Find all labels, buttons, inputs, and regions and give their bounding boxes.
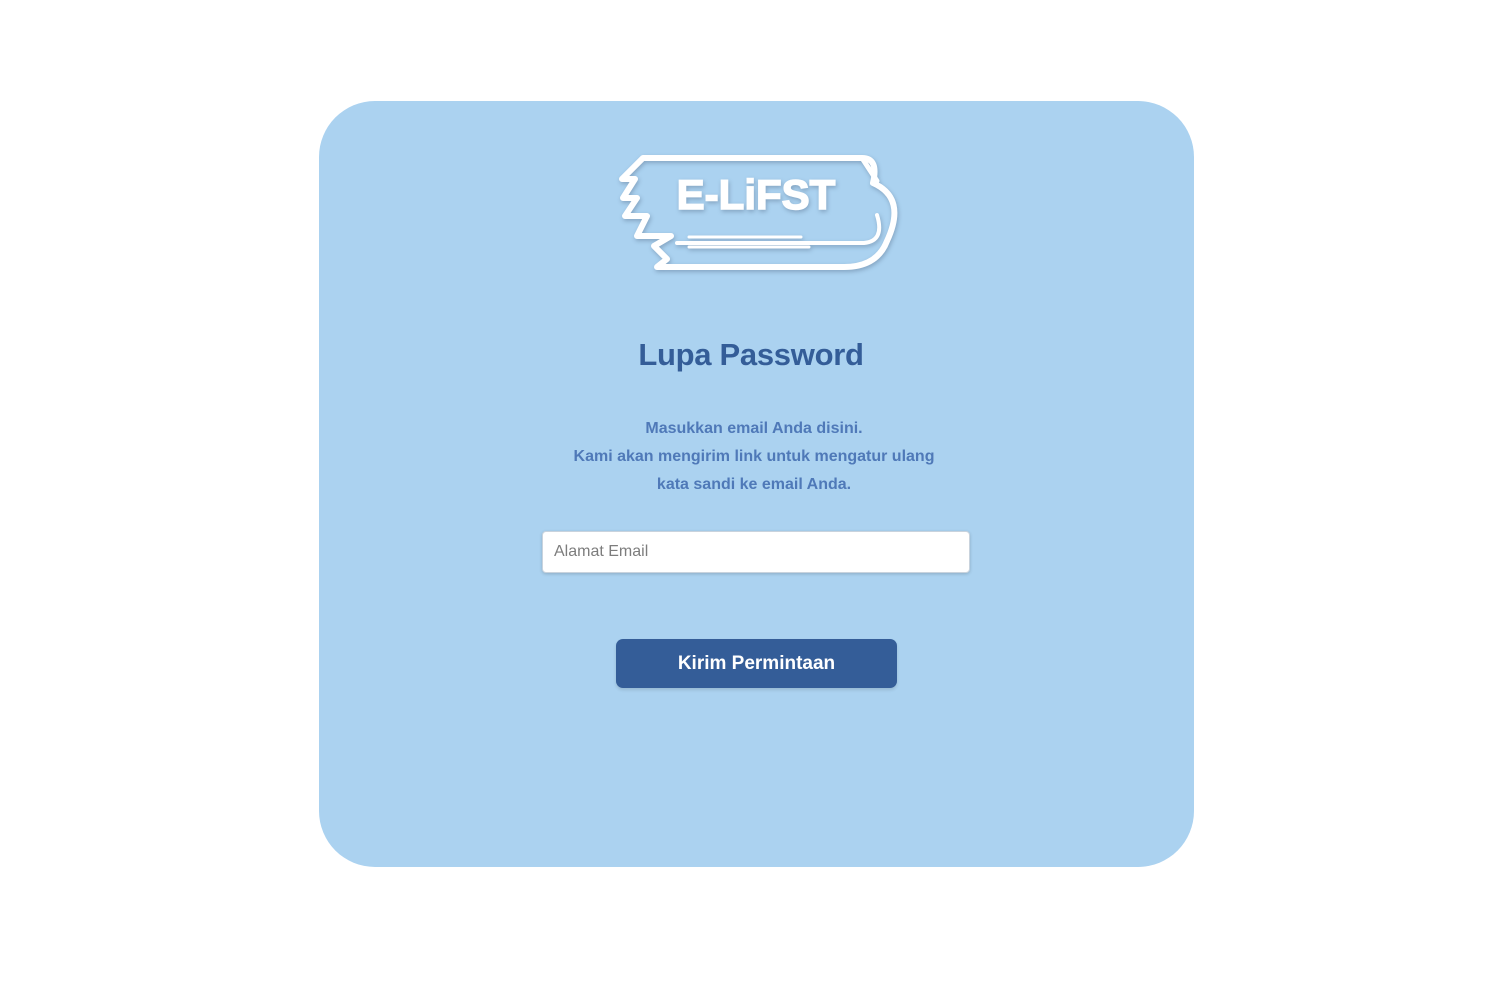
forgot-password-card: E-LiFST Lupa Password Masukkan email And… xyxy=(319,101,1194,867)
book-logo-icon: E-LiFST xyxy=(619,155,898,270)
logo-text: E-LiFST xyxy=(677,171,836,218)
submit-request-button[interactable]: Kirim Permintaan xyxy=(616,639,897,688)
elifst-logo: E-LiFST xyxy=(619,153,899,277)
instruction-line: Kami akan mengirim link untuk mengatur u… xyxy=(573,448,935,465)
instruction-line: Masukkan email Anda disini. xyxy=(645,420,863,437)
instruction-line: kata sandi ke email Anda. xyxy=(656,476,852,493)
forgot-password-page: E-LiFST Lupa Password Masukkan email And… xyxy=(0,0,1512,982)
instruction-text: Masukkan email Anda disini. Kami akan me… xyxy=(319,415,1189,499)
page-title: Lupa Password xyxy=(638,337,864,372)
email-input[interactable] xyxy=(542,531,970,573)
